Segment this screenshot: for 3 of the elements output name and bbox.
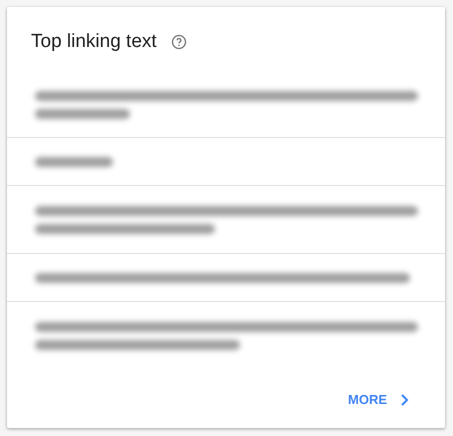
card-title: Top linking text <box>31 30 157 54</box>
help-icon[interactable] <box>170 34 187 50</box>
more-button[interactable]: MORE <box>340 386 419 414</box>
